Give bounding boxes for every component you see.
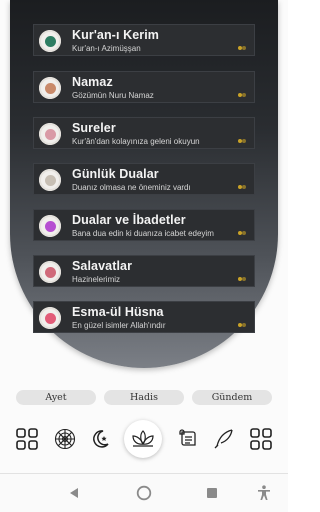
prayer-icon bbox=[39, 77, 61, 99]
menu-subtitle: Bana dua edin ki duanıza icabet edeyim bbox=[72, 229, 214, 238]
menu-item-salavatlar[interactable]: Salavatlar Hazinelerimiz bbox=[33, 255, 255, 287]
menu-item-gunluk-dualar[interactable]: Günlük Dualar Duanız olmasa ne öneminiz … bbox=[33, 163, 255, 195]
grid-icon[interactable] bbox=[249, 427, 273, 451]
menu-subtitle: Hazinelerimiz bbox=[72, 275, 121, 284]
system-nav-bar bbox=[0, 474, 288, 512]
grid-icon[interactable] bbox=[15, 427, 39, 451]
menu-subtitle: Kur'ân'dan kolayınıza geleni okuyun bbox=[72, 137, 200, 146]
menu-item-namaz[interactable]: Namaz Gözümün Nuru Namaz bbox=[33, 71, 255, 103]
more-icon bbox=[238, 277, 246, 281]
lotus-home-button[interactable] bbox=[124, 420, 162, 458]
app-screen: Kur'an-ı Kerim Kur'an-ı Azimüşşan Namaz … bbox=[0, 0, 288, 512]
more-icon bbox=[238, 93, 246, 97]
menu-title: Kur'an-ı Kerim bbox=[72, 28, 160, 42]
menu-title: Salavatlar bbox=[72, 259, 133, 273]
more-icon bbox=[238, 139, 246, 143]
tab-gundem[interactable]: Gündem bbox=[192, 390, 272, 405]
recents-icon[interactable] bbox=[203, 484, 221, 502]
menu-subtitle: Kur'an-ı Azimüşşan bbox=[72, 44, 141, 53]
menu-subtitle: Gözümün Nuru Namaz bbox=[72, 91, 154, 100]
worship-icon bbox=[39, 215, 61, 237]
menu-item-sureler[interactable]: Sureler Kur'ân'dan kolayınıza geleni oku… bbox=[33, 117, 255, 149]
more-icon bbox=[238, 46, 246, 50]
daily-prayer-icon bbox=[39, 169, 61, 191]
back-icon[interactable] bbox=[65, 484, 83, 502]
quran-icon bbox=[39, 30, 61, 52]
menu-subtitle: En güzel isimler Allah'ındır bbox=[72, 321, 166, 330]
moon-star-icon[interactable] bbox=[88, 427, 112, 451]
salawat-icon bbox=[39, 261, 61, 283]
mandala-icon[interactable] bbox=[53, 427, 77, 451]
menu-title: Dualar ve İbadetler bbox=[72, 213, 186, 227]
menu-title: Namaz bbox=[72, 75, 113, 89]
menu-title: Günlük Dualar bbox=[72, 167, 159, 181]
menu-item-esma-ul-husna[interactable]: Esma-ül Hüsna En güzel isimler Allah'ınd… bbox=[33, 301, 255, 333]
menu-item-kuran[interactable]: Kur'an-ı Kerim Kur'an-ı Azimüşşan bbox=[33, 24, 255, 56]
asmaul-husna-icon bbox=[39, 307, 61, 329]
scroll-icon[interactable] bbox=[176, 427, 200, 451]
quill-icon[interactable] bbox=[211, 427, 235, 451]
more-icon bbox=[238, 231, 246, 235]
accessibility-icon[interactable] bbox=[255, 484, 273, 502]
home-icon[interactable] bbox=[135, 484, 153, 502]
menu-title: Esma-ül Hüsna bbox=[72, 305, 164, 319]
more-icon bbox=[238, 323, 246, 327]
tab-ayet[interactable]: Ayet bbox=[16, 390, 96, 405]
more-icon bbox=[238, 185, 246, 189]
menu-title: Sureler bbox=[72, 121, 116, 135]
surah-icon bbox=[39, 123, 61, 145]
lotus-icon bbox=[130, 429, 156, 449]
tab-hadis[interactable]: Hadis bbox=[104, 390, 184, 405]
menu-item-dualar-ibadetler[interactable]: Dualar ve İbadetler Bana dua edin ki dua… bbox=[33, 209, 255, 241]
menu-subtitle: Duanız olmasa ne öneminiz vardı bbox=[72, 183, 191, 192]
